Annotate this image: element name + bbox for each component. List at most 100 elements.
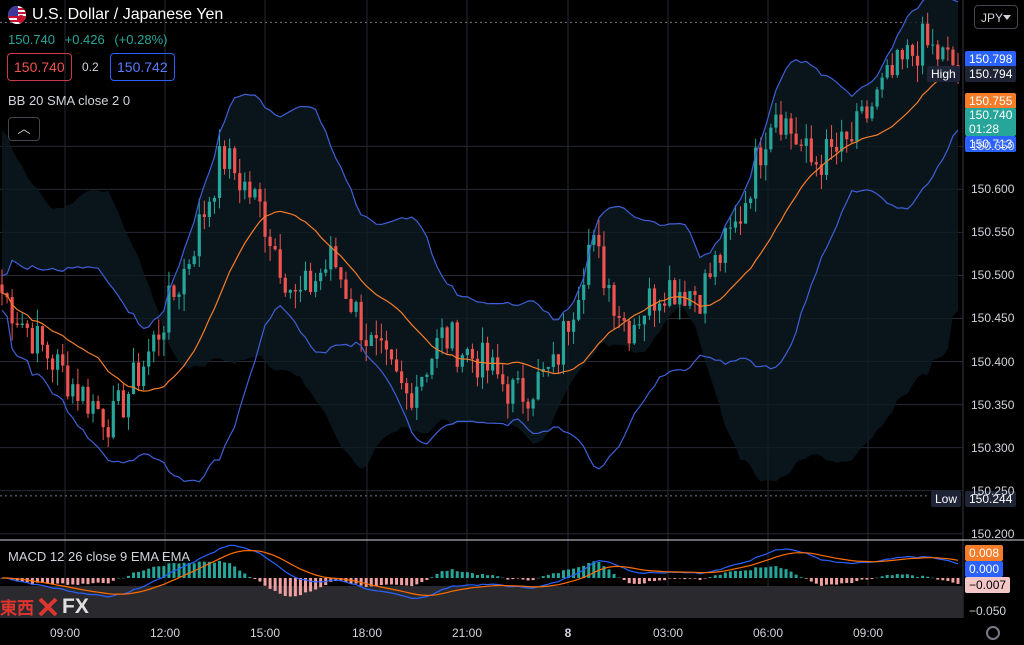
candle-body xyxy=(157,334,161,340)
macd-hist-bar xyxy=(197,561,201,578)
macd-hist-bar xyxy=(364,578,368,587)
candle-body xyxy=(602,246,606,289)
macd-hist-bar xyxy=(855,578,859,581)
candle-body xyxy=(936,44,940,60)
macd-hist-bar xyxy=(850,578,854,584)
candle-body xyxy=(10,297,14,324)
candle-body xyxy=(212,197,217,202)
candle-body xyxy=(15,323,19,326)
price-side-tag: Low xyxy=(931,491,962,507)
price-axis-label: 150.650 xyxy=(971,139,1015,154)
macd-hist-bar xyxy=(607,569,611,578)
candle-body xyxy=(91,401,95,414)
settings-gear-icon[interactable] xyxy=(986,626,1000,640)
macd-hist-bar xyxy=(683,578,687,580)
macd-hist-bar xyxy=(556,573,560,578)
candle-body xyxy=(288,290,292,293)
candle-body xyxy=(900,49,904,60)
bb-indicator-label[interactable]: BB 20 SMA close 2 0 xyxy=(8,93,130,108)
macd-hist-bar xyxy=(501,577,505,579)
macd-hist-bar xyxy=(926,576,930,578)
candle-body xyxy=(561,321,566,365)
price-tag: 150.740 01:28 xyxy=(965,108,1017,136)
macd-hist-bar xyxy=(612,574,616,578)
candle-body xyxy=(516,378,520,380)
candle-body xyxy=(855,111,859,142)
macd-hist-bar xyxy=(819,578,823,586)
candle-body xyxy=(192,256,196,265)
candle-body xyxy=(683,291,687,306)
candle-body xyxy=(415,386,419,408)
change-percent: (+0.28%) xyxy=(114,32,168,47)
candle-body xyxy=(329,246,333,270)
macd-hist-bar xyxy=(845,578,849,584)
macd-hist-bar xyxy=(749,570,753,578)
candle-body xyxy=(668,280,672,306)
macd-hist-bar xyxy=(101,578,105,584)
macd-hist-bar xyxy=(106,578,110,584)
macd-hist-bar xyxy=(395,578,399,585)
candle-body xyxy=(845,131,849,140)
time-axis-label: 06:00 xyxy=(752,626,784,640)
candle-body xyxy=(566,321,571,332)
time-axis-label: 09:00 xyxy=(49,626,81,640)
buy-price-button[interactable]: 150.742 xyxy=(110,53,175,81)
candle-body xyxy=(577,300,581,320)
macd-hist-bar xyxy=(728,571,732,578)
last-price: 150.740 xyxy=(8,32,55,47)
candle-body xyxy=(733,221,738,228)
candle-body xyxy=(870,106,874,119)
macd-hist-bar xyxy=(455,571,459,578)
candle-body xyxy=(334,246,338,268)
macd-hist-bar xyxy=(506,578,510,580)
candle-body xyxy=(915,55,920,66)
macd-hist-bar xyxy=(804,578,808,579)
candle-body xyxy=(379,338,383,341)
currency-selector[interactable]: JPY xyxy=(974,5,1018,29)
macd-hist-bar xyxy=(81,578,85,584)
candle-body xyxy=(263,201,267,237)
macd-hist-bar xyxy=(137,571,141,578)
collapse-indicators-button[interactable]: ︿ xyxy=(8,117,40,141)
macd-hist-bar xyxy=(218,560,222,578)
macd-hist-bar xyxy=(410,578,414,587)
macd-hist-bar xyxy=(298,578,302,596)
candle-body xyxy=(850,139,854,142)
candle-body xyxy=(344,279,348,299)
symbol-header: U.S. Dollar / Japanese Yen xyxy=(8,6,223,24)
candle-body xyxy=(865,106,869,119)
candle-body xyxy=(450,322,454,349)
candle-body xyxy=(632,324,636,344)
candle-body xyxy=(946,47,950,50)
macd-hist-bar xyxy=(66,578,70,585)
macd-hist-bar xyxy=(132,572,136,578)
macd-hist-bar xyxy=(521,578,525,580)
candle-body xyxy=(222,146,227,169)
macd-hist-bar xyxy=(895,574,899,578)
candle-body xyxy=(759,147,763,166)
macd-hist-bar xyxy=(941,578,945,581)
macd-hist-bar xyxy=(769,566,773,578)
macd-hist-bar xyxy=(946,578,950,581)
candle-body xyxy=(460,355,464,367)
candle-body xyxy=(354,301,358,312)
macd-hist-bar xyxy=(688,578,692,579)
macd-hist-bar xyxy=(653,578,657,581)
candle-body xyxy=(627,320,631,344)
macd-hist-bar xyxy=(288,578,292,597)
macd-hist-bar xyxy=(61,578,65,584)
macd-hist-bar xyxy=(440,571,444,578)
candle-body xyxy=(182,268,186,295)
candle-body xyxy=(546,366,550,369)
sell-price-button[interactable]: 150.740 xyxy=(7,53,72,81)
candle-body xyxy=(794,133,798,145)
candle-body xyxy=(126,393,131,418)
macd-indicator-label[interactable]: MACD 12 26 close 9 EMA EMA xyxy=(8,549,190,564)
candle-body xyxy=(25,323,29,328)
candle-body xyxy=(814,162,818,165)
macd-hist-bar xyxy=(632,578,636,584)
macd-hist-bar xyxy=(698,578,702,580)
macd-hist-bar xyxy=(293,578,297,597)
candle-body xyxy=(430,358,434,375)
candle-body xyxy=(106,427,110,438)
